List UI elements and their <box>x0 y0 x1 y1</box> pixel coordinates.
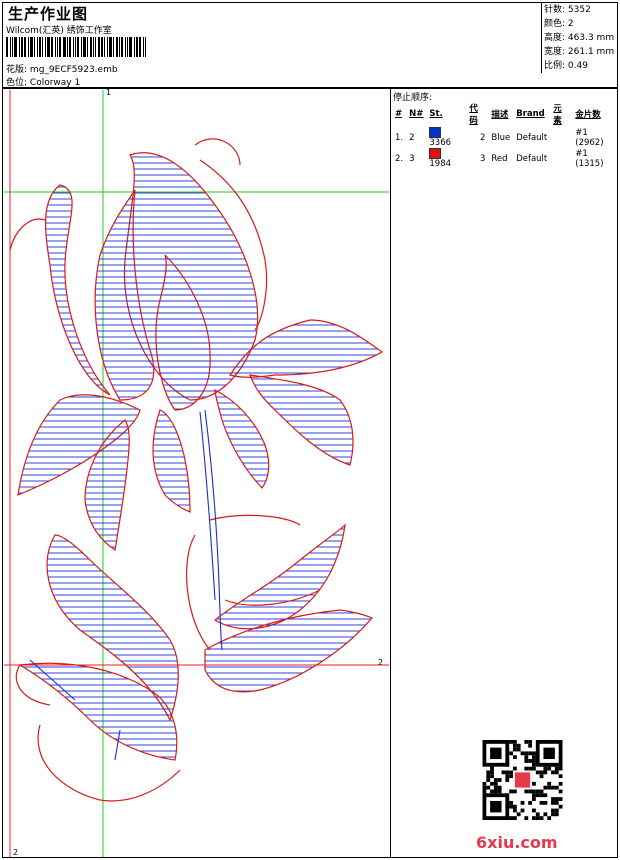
qr-code <box>482 740 563 820</box>
flower-motif <box>17 152 384 761</box>
petal-lower-center <box>152 409 191 513</box>
axis-label-bottom: 2 <box>13 848 18 857</box>
watermark-logo: 6xiu.com <box>476 833 558 852</box>
embroidery-design: 1 2 2 <box>4 88 389 857</box>
petal-lower-right <box>214 389 270 489</box>
axis-label-top: 1 <box>106 88 111 97</box>
axis-label-right: 2 <box>378 658 383 667</box>
